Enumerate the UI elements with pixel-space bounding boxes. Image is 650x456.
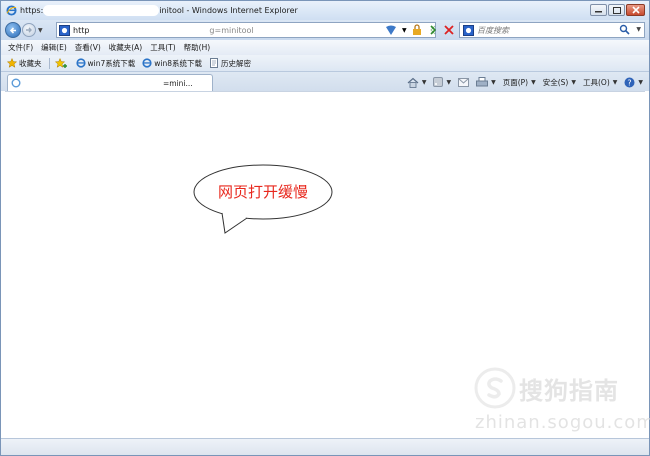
feeds-button[interactable]: ▼ [433, 77, 451, 87]
back-button[interactable] [5, 22, 21, 38]
tab-label: =mini... [163, 78, 193, 88]
forward-button[interactable] [22, 23, 36, 37]
safety-menu-label: 安全(S) [542, 77, 569, 87]
search-placeholder: 百度搜索 [477, 25, 509, 35]
help-dropdown-icon[interactable]: ▼ [638, 79, 643, 86]
redacted-block [21, 77, 161, 89]
favorite-link-win7[interactable]: win7系统下载 [75, 58, 136, 69]
url-prefix: http [73, 25, 90, 35]
lock-icon[interactable] [412, 24, 422, 36]
history-dropdown-icon[interactable]: ▼ [38, 27, 43, 34]
feeds-dropdown-icon[interactable]: ▼ [446, 79, 451, 86]
mail-button[interactable] [458, 77, 470, 87]
help-button[interactable]: ? ▼ [624, 77, 643, 88]
print-dropdown-icon[interactable]: ▼ [491, 79, 496, 86]
menu-help[interactable]: 帮助(H) [184, 42, 211, 53]
window-title-prefix: https: [20, 6, 44, 15]
search-icon[interactable] [619, 24, 630, 36]
tab-row: =mini... ▼ ▼ ▼ 页面(P) ▼ 安全(S) ▼ 工具(O) ▼ ?… [1, 72, 649, 91]
maximize-button[interactable] [608, 4, 625, 16]
menu-tools[interactable]: 工具(T) [150, 42, 175, 53]
chevron-down-icon: ▼ [531, 78, 536, 86]
window-title: https: initool - Windows Internet Explore… [20, 5, 298, 16]
refresh-icon[interactable] [427, 24, 439, 36]
add-to-favorites-icon [54, 57, 67, 68]
safety-menu[interactable]: 安全(S) ▼ [543, 77, 576, 88]
tools-menu-label: 工具(O) [582, 77, 610, 87]
status-bar [1, 438, 649, 455]
svg-text:?: ? [628, 78, 632, 87]
ie-page-icon [75, 58, 86, 68]
restore-icon [612, 6, 621, 14]
menu-file[interactable]: 文件(F) [8, 42, 33, 53]
back-arrow-icon [9, 26, 16, 34]
page-menu-label: 页面(P) [502, 77, 529, 87]
stop-icon[interactable] [443, 25, 454, 35]
search-box[interactable]: 百度搜索 ▼ [459, 22, 645, 38]
address-tools: ▼ [385, 23, 454, 37]
command-bar: ▼ ▼ ▼ 页面(P) ▼ 安全(S) ▼ 工具(O) ▼ ? ▼ [400, 75, 643, 89]
page-favicon-icon [59, 24, 70, 36]
menu-bar: 文件(F) 编辑(E) 查看(V) 收藏夹(A) 工具(T) 帮助(H) [1, 40, 649, 55]
address-bar[interactable]: http g=minitool [56, 22, 436, 38]
favorite-link-label: win7系统下载 [87, 58, 136, 68]
divider [48, 57, 50, 69]
page-menu[interactable]: 页面(P) ▼ [503, 77, 536, 88]
watermark-brand: 搜狗指南 [519, 377, 619, 405]
favorite-link-label: win8系统下载 [154, 58, 202, 68]
favorite-link-label: 历史解密 [221, 58, 251, 68]
minimize-button[interactable] [590, 4, 607, 16]
favorites-bar: 收藏夹 win7系统下载 win8系统下载 历史解密 [1, 55, 649, 72]
url-suffix: g=minitool [209, 25, 254, 35]
chevron-down-icon: ▼ [612, 78, 618, 86]
help-icon: ? [624, 77, 635, 87]
favorites-label: 收藏夹 [19, 58, 42, 68]
page-icon [210, 58, 218, 68]
print-button[interactable]: ▼ [476, 76, 496, 88]
watermark-url: zhinan.sogou.com [475, 412, 650, 433]
star-icon [7, 58, 17, 68]
close-button[interactable] [626, 4, 645, 16]
home-icon [407, 77, 419, 88]
home-button[interactable]: ▼ [407, 77, 427, 88]
window-controls [590, 4, 645, 16]
menu-view[interactable]: 查看(V) [75, 42, 101, 53]
compatibility-view-icon[interactable] [385, 24, 397, 36]
close-icon [631, 6, 640, 14]
address-url: http g=minitool [73, 24, 254, 36]
favorite-link-win8[interactable]: win8系统下载 [142, 58, 202, 69]
compat-dropdown-icon[interactable]: ▼ [402, 27, 407, 34]
redacted-block [43, 5, 160, 16]
search-dropdown-icon[interactable]: ▼ [636, 26, 641, 33]
loading-icon [11, 78, 21, 88]
tab-active[interactable]: =mini... [7, 74, 213, 91]
title-bar: https: initool - Windows Internet Explore… [1, 1, 649, 20]
search-provider-icon [463, 24, 474, 36]
menu-favorites[interactable]: 收藏夹(A) [109, 42, 142, 53]
mail-icon [458, 77, 470, 87]
redacted-block [89, 24, 210, 36]
bubble-text: 网页打开缓慢 [217, 183, 308, 201]
ie-page-icon [142, 58, 152, 68]
home-dropdown-icon[interactable]: ▼ [422, 79, 427, 86]
ie-window: https: initool - Windows Internet Explore… [0, 0, 650, 456]
sogou-logo-icon [474, 367, 516, 409]
ie-logo-icon [6, 5, 17, 16]
feed-icon [433, 77, 444, 87]
chevron-down-icon: ▼ [571, 78, 576, 86]
window-title-suffix: initool - Windows Internet Explorer [159, 6, 298, 15]
minimize-icon [595, 10, 602, 12]
add-favorite-button[interactable] [54, 57, 69, 69]
page-content: 网页打开缓慢 搜狗指南 zhinan.sogou.com [5, 91, 650, 437]
forward-arrow-icon [26, 27, 32, 33]
tools-menu[interactable]: 工具(O) ▼ [583, 77, 617, 88]
menu-edit[interactable]: 编辑(E) [41, 42, 67, 53]
favorite-link-history[interactable]: 历史解密 [209, 58, 251, 69]
print-icon [476, 76, 489, 86]
favorites-button[interactable]: 收藏夹 [7, 58, 42, 69]
